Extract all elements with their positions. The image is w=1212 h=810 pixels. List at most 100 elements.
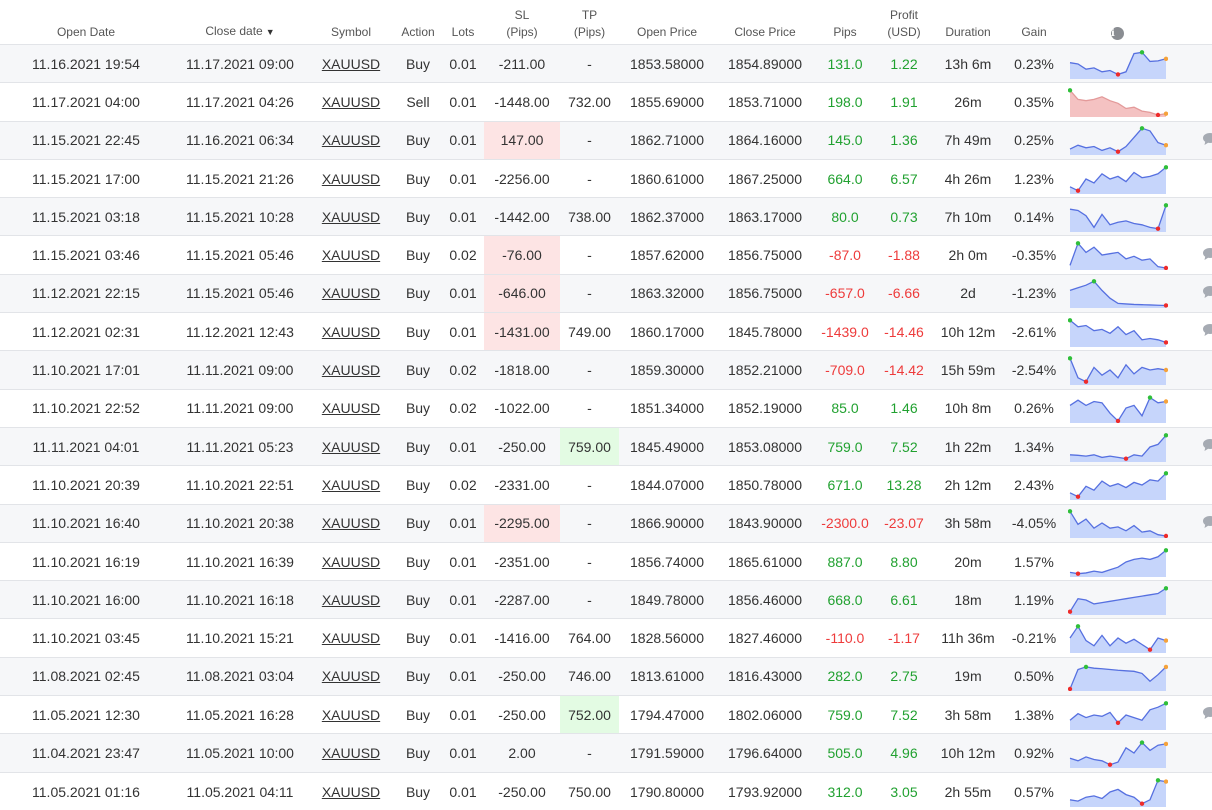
col-action[interactable]: Action — [394, 0, 442, 45]
table-row[interactable]: 11.15.2021 17:00 11.15.2021 21:26 XAUUSD Bu… — [0, 159, 1212, 198]
open-date-cell: 11.12.2021 02:31 — [32, 323, 140, 340]
symbol-link[interactable]: XAUUSD — [322, 439, 380, 455]
symbol-link[interactable]: XAUUSD — [322, 515, 380, 531]
symbol-link[interactable]: XAUUSD — [322, 400, 380, 416]
action-cell: Buy — [405, 744, 431, 761]
sl-cell: -250.00 — [498, 438, 546, 455]
comment-icon[interactable] — [1202, 706, 1212, 723]
symbol-link[interactable]: XAUUSD — [322, 554, 380, 570]
trade-sparkline — [1069, 777, 1168, 807]
trade-sparkline — [1069, 624, 1168, 654]
comment-cell — [1170, 236, 1212, 274]
symbol-link[interactable]: XAUUSD — [322, 94, 380, 110]
table-row[interactable]: 11.12.2021 02:31 11.12.2021 12:43 XAUUSD Bu… — [0, 312, 1212, 351]
comment-icon[interactable] — [1202, 285, 1212, 302]
symbol-cell: XAUUSD — [308, 121, 394, 159]
open-date-cell: 11.10.2021 20:39 — [32, 476, 140, 493]
symbol-link[interactable]: XAUUSD — [322, 745, 380, 761]
comment-icon[interactable] — [1202, 515, 1212, 532]
close-date-cell: 11.10.2021 16:39 — [186, 553, 294, 570]
comment-icon[interactable] — [1202, 132, 1212, 149]
table-row[interactable]: 11.10.2021 16:00 11.10.2021 16:18 XAUUSD Bu… — [0, 580, 1212, 619]
sparkline-area — [1070, 320, 1166, 347]
duration-cell: 2h 0m — [948, 247, 988, 264]
symbol-link[interactable]: XAUUSD — [322, 171, 380, 187]
table-row[interactable]: 11.10.2021 20:39 11.10.2021 22:51 XAUUSD Bu… — [0, 465, 1212, 505]
symbol-link[interactable]: XAUUSD — [322, 362, 380, 378]
col-duration[interactable]: Duration — [933, 0, 1003, 45]
comment-cell — [1170, 581, 1212, 619]
sparkline-high-marker — [1083, 665, 1089, 670]
trade-sparkline — [1068, 88, 1168, 117]
table-row[interactable]: 11.15.2021 22:45 11.16.2021 06:34 XAUUSD Bu… — [0, 121, 1212, 160]
comment-icon[interactable] — [1202, 323, 1212, 340]
table-row[interactable]: 11.11.2021 04:01 11.11.2021 05:23 XAUUSD Bu… — [0, 427, 1212, 466]
symbol-link[interactable]: XAUUSD — [322, 784, 380, 800]
symbol-link[interactable]: XAUUSD — [322, 247, 380, 263]
col-tp[interactable]: TP (Pips) — [560, 0, 619, 45]
col-lots[interactable]: Lots — [442, 0, 484, 45]
table-row[interactable]: 11.10.2021 03:45 11.10.2021 15:21 XAUUSD Bu… — [0, 618, 1212, 658]
open-price-cell: 1860.17000 — [630, 323, 704, 340]
trade-sparkline — [1069, 164, 1168, 194]
comment-cell — [1170, 772, 1212, 810]
symbol-link[interactable]: XAUUSD — [322, 707, 380, 723]
close-date-cell: 11.15.2021 05:46 — [186, 285, 294, 302]
table-row[interactable]: 11.04.2021 23:47 11.05.2021 10:00 XAUUSD Bu… — [0, 733, 1212, 773]
sparkline-area — [1070, 473, 1166, 500]
col-close-date[interactable]: Close date ▼ — [172, 0, 308, 45]
col-gain[interactable]: Gain — [1003, 0, 1065, 45]
symbol-link[interactable]: XAUUSD — [322, 324, 380, 340]
symbol-link[interactable]: XAUUSD — [322, 132, 380, 148]
table-row[interactable]: 11.10.2021 17:01 11.11.2021 09:00 XAUUSD Bu… — [0, 350, 1212, 390]
table-row[interactable]: 11.05.2021 01:16 11.05.2021 04:11 XAUUSD Bu… — [0, 772, 1212, 810]
comment-icon[interactable] — [1202, 247, 1212, 264]
symbol-link[interactable]: XAUUSD — [322, 209, 380, 225]
duration-cell: 18m — [954, 591, 982, 608]
sl-cell: -76.00 — [484, 235, 560, 275]
table-row[interactable]: 11.16.2021 19:54 11.17.2021 09:00 XAUUSD Bu… — [0, 44, 1212, 83]
col-open-price[interactable]: Open Price — [619, 0, 715, 45]
sparkline-low-marker — [1147, 647, 1153, 652]
close-price-cell: 1793.92000 — [728, 783, 802, 800]
sparkline-end-marker — [1163, 665, 1168, 670]
col-symbol[interactable]: Symbol — [308, 0, 394, 45]
table-row[interactable]: 11.15.2021 03:18 11.15.2021 10:28 XAUUSD Bu… — [0, 197, 1212, 236]
table-row[interactable]: 11.10.2021 16:40 11.10.2021 20:38 XAUUSD Bu… — [0, 504, 1212, 543]
symbol-link[interactable]: XAUUSD — [322, 668, 380, 684]
pips-cell: 85.0 — [831, 400, 859, 417]
col-sl[interactable]: SL (Pips) — [484, 0, 560, 45]
open-price-cell: 1866.90000 — [630, 515, 704, 532]
col-close-price[interactable]: Close Price — [715, 0, 815, 45]
col-open-date[interactable]: Open Date — [0, 0, 172, 45]
table-row[interactable]: 11.10.2021 22:52 11.11.2021 09:00 XAUUSD Bu… — [0, 389, 1212, 428]
symbol-link[interactable]: XAUUSD — [322, 56, 380, 72]
pips-cell: 664.0 — [827, 170, 863, 187]
table-row[interactable]: 11.05.2021 12:30 11.05.2021 16:28 XAUUSD Bu… — [0, 695, 1212, 734]
symbol-link[interactable]: XAUUSD — [322, 477, 380, 493]
open-price-cell: 1856.74000 — [630, 553, 704, 570]
table-row[interactable]: 11.08.2021 02:45 11.08.2021 03:04 XAUUSD Bu… — [0, 657, 1212, 696]
symbol-link[interactable]: XAUUSD — [322, 630, 380, 646]
open-price-cell: 1828.56000 — [630, 630, 704, 647]
tp-cell: 749.00 — [568, 323, 611, 340]
col-pips[interactable]: Pips — [815, 0, 875, 45]
table-row[interactable]: 11.17.2021 04:00 11.17.2021 04:26 XAUUSD Se… — [0, 82, 1212, 122]
col-close-price-label: Close Price — [734, 25, 796, 39]
col-lots-label: Lots — [451, 25, 475, 39]
sparkline-low-marker — [1155, 226, 1161, 231]
lots-cell: 0.01 — [449, 553, 477, 570]
symbol-link[interactable]: XAUUSD — [322, 592, 380, 608]
trade-sparkline — [1069, 740, 1168, 768]
sparkline-high-marker — [1163, 700, 1168, 706]
col-profit[interactable]: Profit (USD) — [875, 0, 933, 45]
comment-cell — [1170, 734, 1212, 772]
comment-icon[interactable] — [1202, 438, 1212, 455]
table-row[interactable]: 11.12.2021 22:15 11.15.2021 05:46 XAUUSD Bu… — [0, 274, 1212, 313]
info-icon[interactable]: i — [1111, 27, 1124, 40]
close-price-cell: 1850.78000 — [728, 476, 802, 493]
symbol-link[interactable]: XAUUSD — [322, 285, 380, 301]
table-row[interactable]: 11.15.2021 03:46 11.15.2021 05:46 XAUUSD Bu… — [0, 235, 1212, 275]
table-row[interactable]: 11.10.2021 16:19 11.10.2021 16:39 XAUUSD Bu… — [0, 542, 1212, 581]
profit-cell: 13.28 — [886, 476, 922, 493]
